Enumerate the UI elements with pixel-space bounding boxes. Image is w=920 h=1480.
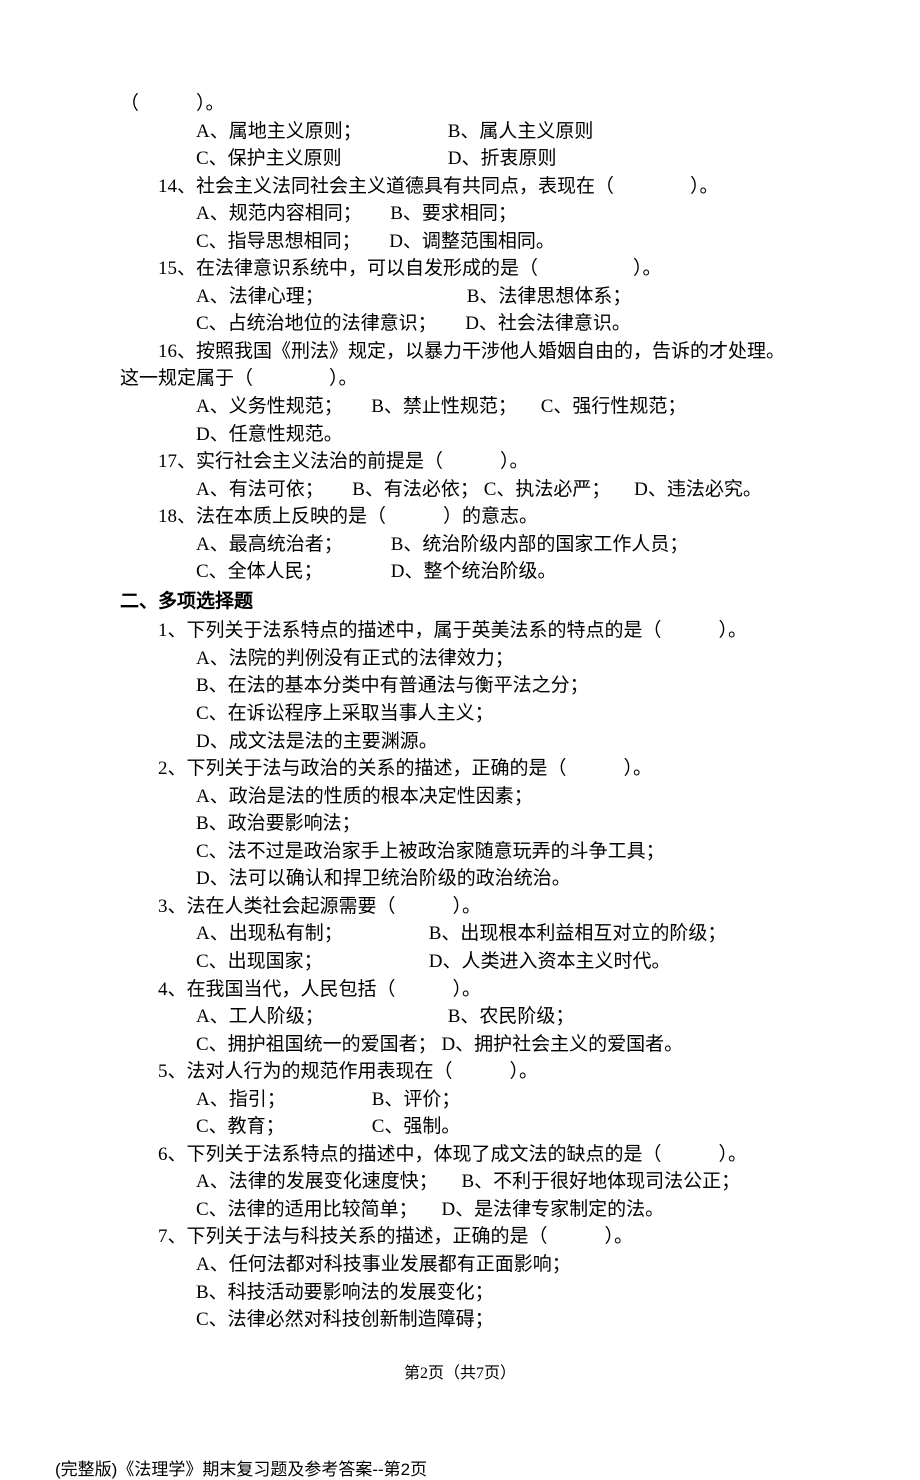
q16-opt-d: D、任意性规范。: [196, 421, 343, 449]
m6-opt-a: A、法律的发展变化速度快；: [196, 1168, 438, 1196]
m6-opt-d: D、是法律专家制定的法。: [422, 1196, 664, 1224]
q13-opt-b: B、属人主义原则: [448, 118, 594, 146]
m6-options: A、法律的发展变化速度快； B、不利于很好地体现司法公正； C、法律的适用比较简…: [120, 1168, 800, 1223]
page-number: 第2页（共7页）: [120, 1362, 800, 1385]
m6-opt-c: C、法律的适用比较简单；: [196, 1196, 418, 1224]
m5-opt-a: A、指引；: [196, 1086, 367, 1114]
m6-opt-b: B、不利于很好地体现司法公正；: [442, 1168, 740, 1196]
m5-opt-c: C、教育；: [196, 1113, 367, 1141]
m5-stem: 5、法对人行为的规范作用表现在（ ）。: [120, 1058, 800, 1086]
q15-stem: 15、在法律意识系统中，可以自发形成的是（ ）。: [120, 255, 800, 283]
q16-opt-c: C、强行性规范；: [522, 393, 687, 421]
q15-opt-c: C、占统治地位的法律意识；: [196, 310, 437, 338]
m3-opt-a: A、出现私有制；: [196, 920, 424, 948]
q18-opt-d: D、整个统治阶级。: [391, 558, 557, 586]
q13-opt-c: C、保护主义原则: [196, 145, 443, 173]
m3-opt-b: B、出现根本利益相互对立的阶级；: [429, 920, 727, 948]
q13-opt-d: D、折衷原则: [448, 145, 557, 173]
q15-options: A、法律心理； B、法律思想体系； C、占统治地位的法律意识； D、社会法律意识…: [120, 283, 800, 338]
q14-opt-c: C、指导思想相同；: [196, 228, 361, 256]
q17-opt-c: C、执法必严；: [484, 476, 611, 504]
m7-opt-c: C、法律必然对科技创新制造障碍；: [196, 1306, 800, 1334]
m1-options: A、法院的判例没有正式的法律效力； B、在法的基本分类中有普通法与衡平法之分； …: [120, 645, 800, 755]
m2-opt-a: A、政治是法的性质的根本决定性因素；: [196, 783, 800, 811]
q13-options: A、属地主义原则； B、属人主义原则 C、保护主义原则 D、折衷原则: [120, 118, 800, 173]
m7-stem: 7、下列关于法与科技关系的描述，正确的是（ ）。: [120, 1223, 800, 1251]
q13-tail: （ ）。: [120, 90, 800, 118]
q14-opt-d: D、调整范围相同。: [389, 228, 555, 256]
m1-opt-b: B、在法的基本分类中有普通法与衡平法之分；: [196, 672, 800, 700]
q14-opt-b: B、要求相同；: [390, 200, 517, 228]
section-2-heading: 二、多项选择题: [120, 588, 800, 616]
m3-opt-d: D、人类进入资本主义时代。: [429, 948, 671, 976]
q15-opt-a: A、法律心理；: [196, 283, 462, 311]
q18-opt-c: C、全体人民；: [196, 558, 386, 586]
q18-opt-b: B、统治阶级内部的国家工作人员；: [391, 531, 689, 559]
m1-opt-d: D、成文法是法的主要渊源。: [196, 728, 800, 756]
q15-opt-d: D、社会法律意识。: [465, 310, 631, 338]
m2-opt-c: C、法不过是政治家手上被政治家随意玩弄的斗争工具；: [196, 838, 800, 866]
m3-opt-c: C、出现国家；: [196, 948, 424, 976]
q17-opt-d: D、违法必究。: [615, 476, 762, 504]
m1-opt-a: A、法院的判例没有正式的法律效力；: [196, 645, 800, 673]
m2-opt-d: D、法可以确认和捍卫统治阶级的政治统治。: [196, 865, 800, 893]
m5-opt-d: C、强制。: [372, 1113, 461, 1141]
m7-opt-a: A、任何法都对科技事业发展都有正面影响；: [196, 1251, 800, 1279]
m2-options: A、政治是法的性质的根本决定性因素； B、政治要影响法； C、法不过是政治家手上…: [120, 783, 800, 893]
q16-opt-a: A、义务性规范；: [196, 393, 343, 421]
m2-stem: 2、下列关于法与政治的关系的描述，正确的是（ ）。: [120, 755, 800, 783]
q18-opt-a: A、最高统治者；: [196, 531, 386, 559]
document-page: （ ）。 A、属地主义原则； B、属人主义原则 C、保护主义原则 D、折衷原则 …: [0, 0, 920, 1415]
m5-options: A、指引； B、评价； C、教育； C、强制。: [120, 1086, 800, 1141]
m3-stem: 3、法在人类社会起源需要（ ）。: [120, 893, 800, 921]
m3-options: A、出现私有制； B、出现根本利益相互对立的阶级； C、出现国家； D、人类进入…: [120, 920, 800, 975]
q16-opt-b: B、禁止性规范；: [371, 393, 517, 421]
m4-options: A、工人阶级； B、农民阶级； C、拥护祖国统一的爱国者； D、拥护社会主义的爱…: [120, 1003, 800, 1058]
q14-opt-a: A、规范内容相同；: [196, 200, 362, 228]
q18-options: A、最高统治者； B、统治阶级内部的国家工作人员； C、全体人民； D、整个统治…: [120, 531, 800, 586]
q15-opt-b: B、法律思想体系；: [467, 283, 632, 311]
m6-stem: 6、下列关于法系特点的描述中，体现了成文法的缺点的是（ ）。: [120, 1141, 800, 1169]
m4-opt-d: D、拥护社会主义的爱国者。: [441, 1031, 683, 1059]
q17-options: A、有法可依； B、有法必依； C、执法必严； D、违法必究。: [120, 476, 800, 504]
m4-opt-c: C、拥护祖国统一的爱国者；: [196, 1031, 437, 1059]
m7-options: A、任何法都对科技事业发展都有正面影响； B、科技活动要影响法的发展变化； C、…: [120, 1251, 800, 1334]
q17-opt-b: B、有法必依；: [352, 476, 479, 504]
document-footer: (完整版)《法理学》期末复习题及参考答案--第2页: [0, 1455, 920, 1480]
m5-opt-b: B、评价；: [372, 1086, 461, 1114]
m1-opt-c: C、在诉讼程序上采取当事人主义；: [196, 700, 800, 728]
q17-opt-a: A、有法可依；: [196, 476, 324, 504]
m1-stem: 1、下列关于法系特点的描述中，属于英美法系的特点的是（ ）。: [120, 617, 800, 645]
q16-stem1: 16、按照我国《刑法》规定，以暴力干涉他人婚姻自由的，告诉的才处理。: [120, 338, 800, 366]
q14-stem: 14、社会主义法同社会主义道德具有共同点，表现在（ ）。: [120, 173, 800, 201]
q14-options: A、规范内容相同； B、要求相同； C、指导思想相同； D、调整范围相同。: [120, 200, 800, 255]
q13-opt-a: A、属地主义原则；: [196, 118, 443, 146]
m4-opt-a: A、工人阶级；: [196, 1003, 443, 1031]
q18-stem: 18、法在本质上反映的是（ ）的意志。: [120, 503, 800, 531]
q16-stem2: 这一规定属于（ ）。: [120, 365, 800, 393]
m2-opt-b: B、政治要影响法；: [196, 810, 800, 838]
q16-options: A、义务性规范； B、禁止性规范； C、强行性规范； D、任意性规范。: [120, 393, 800, 448]
q17-stem: 17、实行社会主义法治的前提是（ ）。: [120, 448, 800, 476]
m4-stem: 4、在我国当代，人民包括（ ）。: [120, 976, 800, 1004]
m4-opt-b: B、农民阶级；: [448, 1003, 575, 1031]
